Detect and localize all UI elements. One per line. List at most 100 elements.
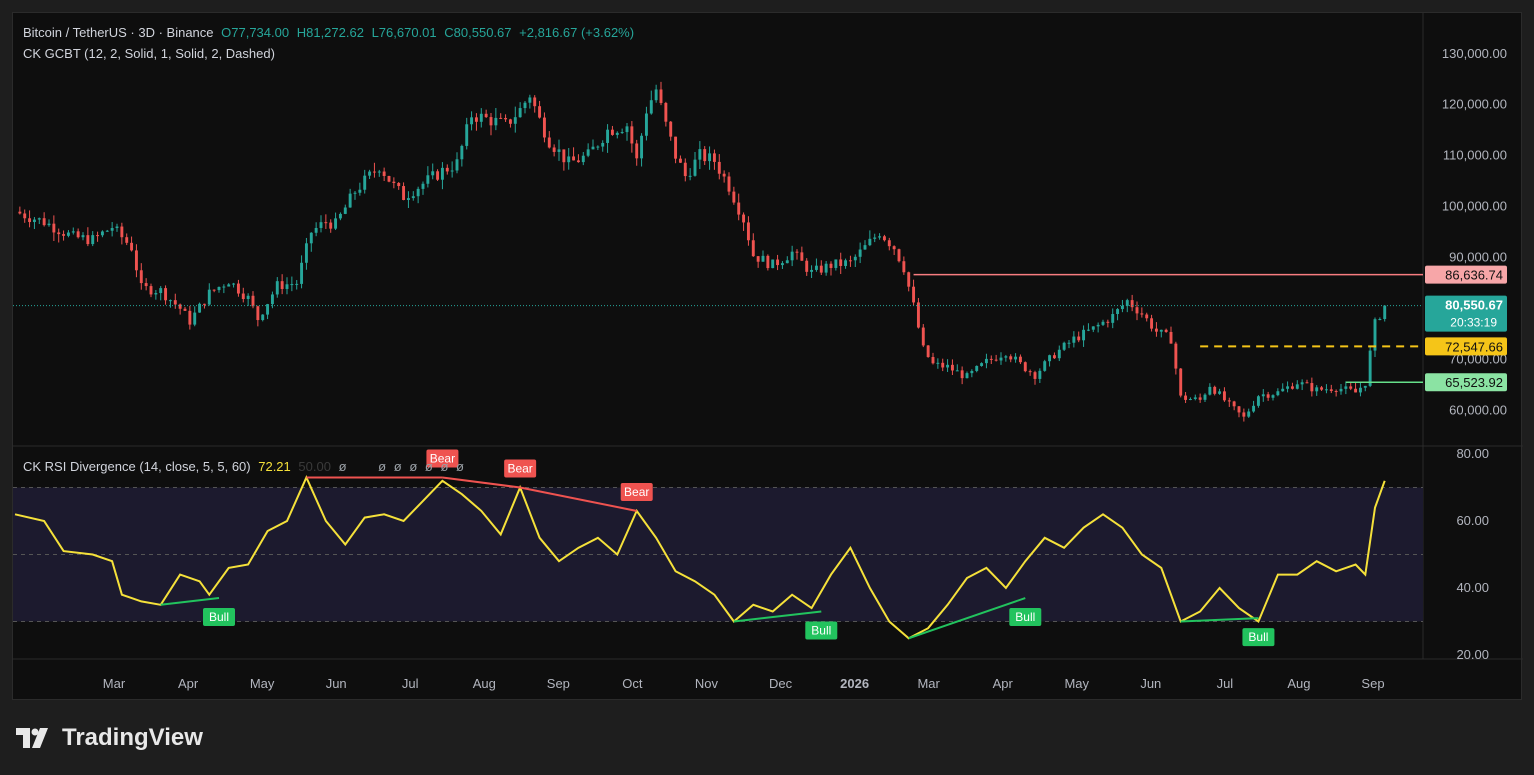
candle-body — [348, 193, 352, 208]
candle-body — [193, 312, 197, 325]
candle-body — [1145, 314, 1149, 319]
candle-body — [290, 284, 294, 286]
candle-body — [353, 192, 357, 194]
divergence-badge-text: Bull — [209, 610, 229, 624]
candle-body — [411, 196, 415, 199]
candle-body — [1242, 412, 1246, 417]
tradingview-logo[interactable]: TradingView — [16, 724, 203, 752]
candle-body — [115, 226, 119, 229]
candle-body — [635, 143, 639, 159]
candle-body — [431, 171, 435, 176]
candle-body — [1378, 319, 1382, 321]
price-tick-label: 60,000.00 — [1449, 402, 1507, 417]
candle-body — [989, 358, 993, 360]
rsi-tick-label: 40.00 — [1456, 580, 1489, 595]
candle-body — [1082, 329, 1086, 341]
candle-body — [620, 132, 624, 134]
candle-body — [474, 117, 478, 122]
candle-body — [285, 284, 289, 289]
candle-body — [722, 173, 726, 177]
indicator-title: CK GCBT (12, 2, Solid, 1, Solid, 2, Dash… — [23, 46, 275, 61]
candle-body — [52, 223, 56, 233]
candle-body — [674, 136, 678, 159]
candle-body — [76, 231, 80, 238]
candle-body — [1290, 386, 1294, 389]
candle-body — [32, 219, 36, 223]
tradingview-brand: TradingView — [62, 724, 203, 751]
candle-body — [382, 171, 386, 177]
rsi-legend[interactable]: CK RSI Divergence (14, close, 5, 5, 60) … — [23, 459, 468, 474]
candle-body — [387, 176, 391, 182]
candle-body — [659, 89, 663, 103]
candle-body — [693, 159, 697, 176]
candle-body — [601, 142, 605, 147]
candle-body — [1188, 398, 1192, 400]
candle-body — [1028, 371, 1032, 373]
candle-body — [994, 359, 998, 361]
price-level-label: 86,636.74 — [1445, 268, 1503, 283]
candle-body — [562, 149, 566, 163]
candle-body — [916, 302, 920, 328]
candle-body — [173, 300, 177, 305]
candle-body — [708, 153, 712, 162]
candle-body — [591, 146, 595, 150]
candle-body — [421, 183, 425, 189]
candle-body — [785, 260, 789, 264]
candle-body — [654, 89, 658, 101]
candle-body — [236, 283, 240, 294]
candle-body — [1004, 356, 1008, 358]
candle-body — [256, 306, 260, 321]
candle-body — [576, 160, 580, 163]
candle-body — [1038, 370, 1042, 379]
rsi-tick-label: 60.00 — [1456, 513, 1489, 528]
time-tick-label: May — [250, 676, 275, 691]
rsi-title: CK RSI Divergence (14, close, 5, 5, 60) — [23, 459, 251, 474]
candle-body — [110, 228, 114, 231]
candle-body — [251, 295, 255, 307]
candle-body — [300, 262, 304, 284]
candle-body — [518, 108, 522, 118]
candle-body — [669, 121, 673, 137]
candle-body — [727, 176, 731, 192]
time-tick-label: May — [1064, 676, 1089, 691]
candle-body — [780, 263, 784, 266]
candle-body — [227, 284, 231, 287]
candle-body — [776, 259, 780, 266]
time-tick-label: Aug — [1287, 676, 1310, 691]
candle-body — [1320, 387, 1324, 390]
candle-body — [105, 230, 109, 232]
divergence-line-bear — [442, 476, 521, 489]
candle-body — [882, 236, 886, 241]
candle-body — [1072, 336, 1076, 343]
candle-body — [232, 283, 236, 285]
candle-body — [202, 303, 206, 305]
candle-body — [1048, 355, 1052, 362]
chart-canvas[interactable]: 60,000.0070,000.0080,000.0090,000.00100,… — [13, 13, 1523, 701]
candle-body — [28, 218, 32, 223]
candle-body — [1256, 396, 1260, 406]
candle-body — [810, 269, 814, 272]
price-tick-label: 120,000.00 — [1442, 97, 1507, 112]
candle-body — [1266, 394, 1270, 398]
candle-body — [139, 270, 143, 284]
candle-body — [207, 289, 211, 305]
candle-body — [280, 281, 284, 289]
candle-body — [586, 149, 590, 156]
candle-body — [1198, 397, 1202, 400]
divergence-badge-text: Bull — [1248, 630, 1268, 644]
candle-body — [892, 246, 896, 250]
candle-body — [343, 207, 347, 214]
candle-body — [625, 126, 629, 133]
candle-body — [1096, 324, 1100, 327]
candle-body — [1213, 386, 1217, 394]
candle-body — [334, 218, 338, 229]
indicator-legend[interactable]: CK GCBT (12, 2, Solid, 1, Solid, 2, Dash… — [23, 46, 279, 61]
candle-body — [159, 288, 163, 294]
candle-body — [47, 223, 51, 226]
candle-body — [737, 202, 741, 215]
candle-body — [178, 304, 182, 309]
candle-body — [795, 251, 799, 253]
candle-body — [1271, 395, 1275, 398]
candle-body — [1018, 356, 1022, 363]
candle-body — [839, 259, 843, 266]
